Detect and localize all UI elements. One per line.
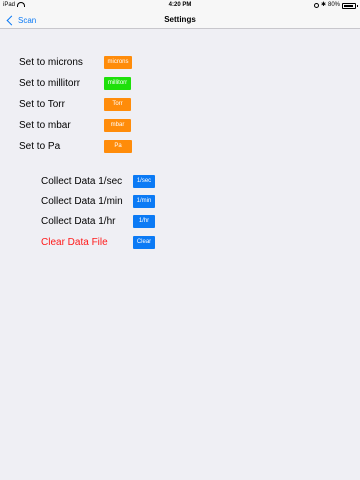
- battery-icon: [342, 2, 358, 9]
- millitorr-button[interactable]: millitorr: [104, 77, 131, 90]
- collect-row-hr: Collect Data 1/hr 1/hr: [0, 215, 360, 229]
- microns-button[interactable]: microns: [104, 56, 132, 69]
- torr-button[interactable]: Torr: [104, 98, 131, 111]
- unit-label: Set to Pa: [19, 141, 61, 152]
- navigation-bar: Scan Settings: [0, 11, 360, 29]
- location-icon: [313, 3, 319, 8]
- collect-row-min: Collect Data 1/min 1/min: [0, 195, 360, 209]
- status-time: 4:20 PM: [168, 2, 192, 8]
- clear-button[interactable]: Clear: [133, 236, 155, 249]
- collect-per-min-button[interactable]: 1/min: [133, 195, 155, 208]
- collect-label: Collect Data 1/hr: [41, 216, 116, 227]
- clear-label: Clear Data File: [41, 237, 108, 248]
- battery-percent: 80%: [327, 2, 340, 8]
- unit-row-pa: Set to Pa Pa: [0, 140, 360, 154]
- pa-button[interactable]: Pa: [104, 140, 132, 153]
- status-right: ✱ 80%: [313, 0, 358, 11]
- unit-row-microns: Set to microns microns: [0, 56, 360, 70]
- unit-label: Set to Torr: [19, 99, 65, 110]
- collect-per-sec-button[interactable]: 1/sec: [133, 175, 155, 188]
- unit-row-torr: Set to Torr Torr: [0, 98, 360, 112]
- unit-label: Set to millitorr: [19, 78, 81, 89]
- clear-row: Clear Data File Clear: [0, 236, 360, 250]
- unit-row-mbar: Set to mbar mbar: [0, 119, 360, 133]
- collect-row-sec: Collect Data 1/sec 1/sec: [0, 175, 360, 189]
- collect-label: Collect Data 1/min: [41, 196, 123, 207]
- unit-label: Set to mbar: [19, 120, 71, 131]
- unit-row-millitorr: Set to millitorr millitorr: [0, 77, 360, 91]
- status-bar: iPad 4:20 PM ✱ 80%: [0, 0, 360, 11]
- page-title: Settings: [164, 15, 196, 24]
- collect-label: Collect Data 1/sec: [41, 176, 123, 187]
- mbar-button[interactable]: mbar: [104, 119, 131, 132]
- collect-per-hr-button[interactable]: 1/hr: [133, 215, 155, 228]
- unit-label: Set to microns: [19, 57, 83, 68]
- bluetooth-icon: ✱: [320, 2, 326, 8]
